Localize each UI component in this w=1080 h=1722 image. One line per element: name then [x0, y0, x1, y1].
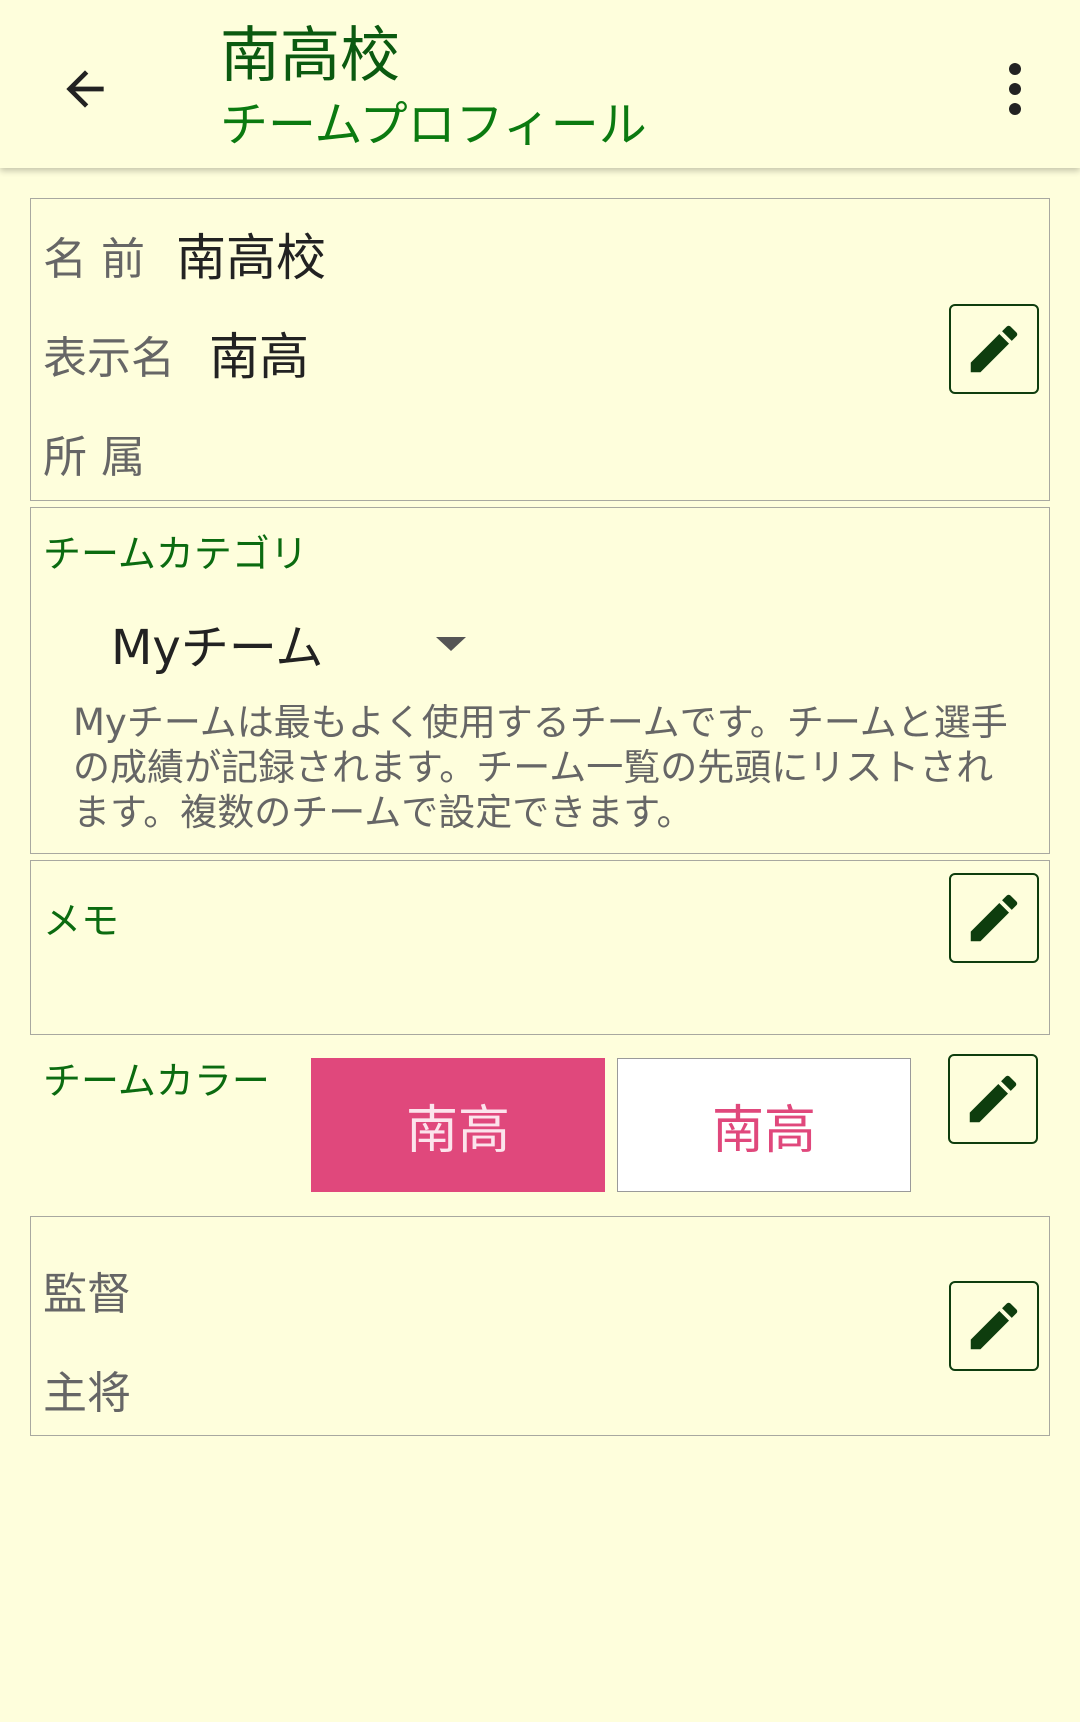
name-label: 名 前 [43, 234, 145, 285]
pencil-icon [970, 325, 1018, 373]
category-card: チームカテゴリ Myチーム Myチームは最もよく使用するチームです。チームと選手… [30, 507, 1050, 854]
captain-label: 主将 [43, 1368, 131, 1419]
profile-card: 名 前 南高校 表示名 南高 所 属 [30, 198, 1050, 501]
team-color-label: チームカラー [43, 1059, 270, 1103]
arrow-left-icon [66, 70, 104, 108]
more-options-button[interactable] [975, 44, 1055, 134]
edit-staff-button[interactable] [949, 1281, 1039, 1371]
category-selected: Myチーム [111, 620, 324, 676]
more-vert-icon [1009, 63, 1021, 115]
display-name-value: 南高 [209, 328, 309, 386]
edit-team-color-button[interactable] [948, 1054, 1038, 1144]
category-description: Myチームは最もよく使用するチームです。チームと選手の成績が記録されます。チーム… [73, 701, 1008, 834]
pencil-icon [970, 894, 1018, 942]
page-title: 南高校 [220, 21, 400, 91]
manager-label: 監督 [43, 1269, 131, 1320]
display-name-label: 表示名 [43, 333, 175, 384]
dropdown-caret-icon [436, 637, 466, 651]
category-dropdown[interactable]: Myチーム [81, 603, 466, 683]
back-button[interactable] [40, 44, 130, 134]
edit-profile-button[interactable] [949, 304, 1039, 394]
memo-card: メモ [30, 860, 1050, 1035]
category-label: チームカテゴリ [43, 532, 308, 576]
memo-label: メモ [43, 899, 120, 943]
team-color-secondary-swatch: 南高 [617, 1058, 911, 1192]
affiliation-label: 所 属 [43, 432, 145, 483]
pencil-icon [969, 1075, 1017, 1123]
team-color-primary-swatch: 南高 [311, 1058, 605, 1192]
pencil-icon [970, 1302, 1018, 1350]
page-subtitle: チームプロフィール [220, 97, 647, 153]
name-value: 南高校 [176, 229, 326, 287]
staff-card: 監督 主将 [30, 1216, 1050, 1436]
app-bar: 南高校 チームプロフィール [0, 0, 1080, 168]
edit-memo-button[interactable] [949, 873, 1039, 963]
